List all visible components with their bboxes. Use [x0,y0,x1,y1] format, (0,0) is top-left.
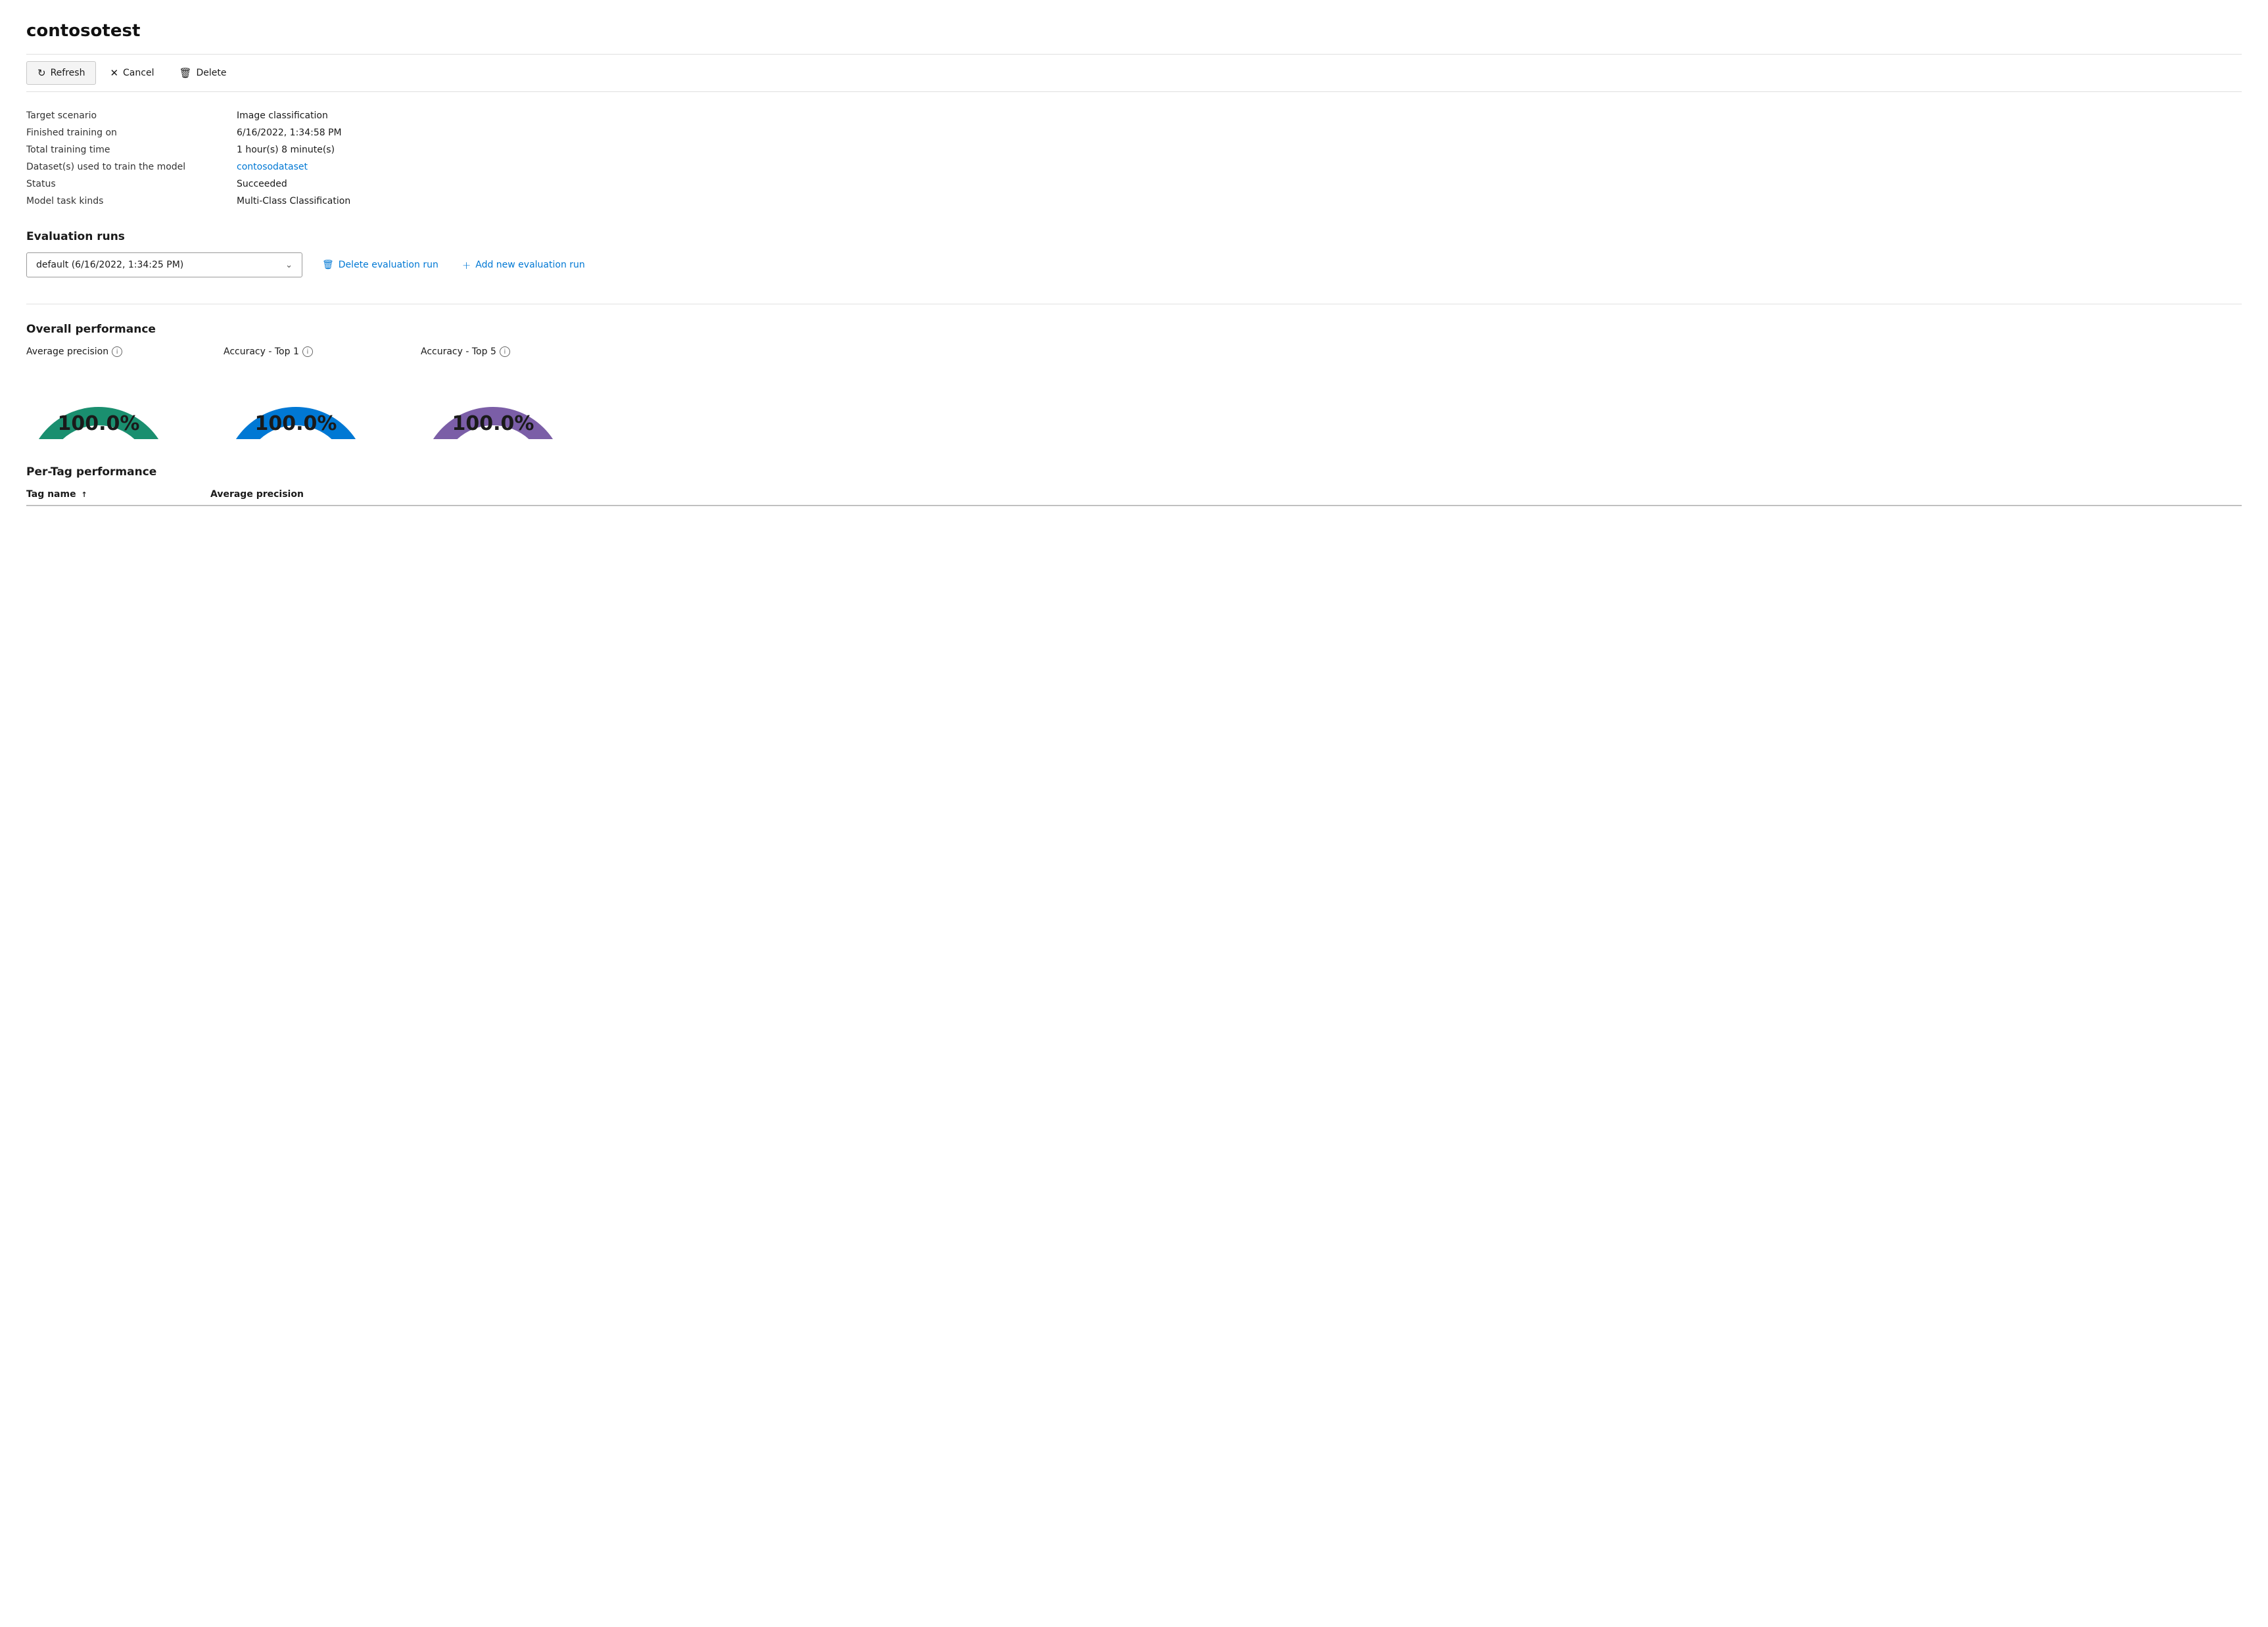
gauge-label-2: Accuracy - Top 5i [421,346,510,357]
eval-run-dropdown[interactable]: default (6/16/2022, 1:34:25 PM) ⌄ [26,252,302,277]
chevron-down-icon: ⌄ [285,260,293,270]
delete-button[interactable]: 🗑 Delete [168,61,237,85]
delete-icon: 🗑 [179,67,191,79]
plus-icon: + [462,259,471,271]
status-label: Status [26,179,237,189]
total-training-label: Total training time [26,145,237,155]
tag-name-column-header[interactable]: Tag name ↑ [26,489,210,500]
gauge-value-2: 100.0% [452,412,534,435]
evaluation-runs-title: Evaluation runs [26,230,2242,243]
gauge-label-1: Accuracy - Top 1i [224,346,313,357]
sort-asc-icon: ↑ [81,490,87,499]
info-grid: Target scenario Image classification Fin… [26,110,2242,206]
overall-performance-section: Overall performance Average precisioni 10… [26,323,2242,439]
finished-training-value: 6/16/2022, 1:34:58 PM [237,128,2242,138]
info-icon[interactable]: i [302,346,313,357]
model-task-value: Multi-Class Classification [237,196,2242,206]
info-icon[interactable]: i [112,346,122,357]
gauge-value-0: 100.0% [58,412,140,435]
gauge-0: Average precisioni 100.0% [26,346,171,439]
finished-training-label: Finished training on [26,128,237,138]
eval-run-selected-value: default (6/16/2022, 1:34:25 PM) [36,260,183,270]
per-tag-performance-title: Per-Tag performance [26,465,2242,479]
gauge-1: Accuracy - Top 1i 100.0% [224,346,368,439]
model-task-label: Model task kinds [26,196,237,206]
gauge-visual-0: 100.0% [26,364,171,439]
status-value: Succeeded [237,179,2242,189]
refresh-button[interactable]: ↻ Refresh [26,61,96,85]
evaluation-runs-section: Evaluation runs default (6/16/2022, 1:34… [26,230,2242,277]
total-training-value: 1 hour(s) 8 minute(s) [237,145,2242,155]
gauges-row: Average precisioni100.0%Accuracy - Top 1… [26,346,2242,439]
trash-icon: 🗑 [322,260,334,270]
eval-runs-row: default (6/16/2022, 1:34:25 PM) ⌄ 🗑 Dele… [26,252,2242,277]
gauge-value-1: 100.0% [255,412,337,435]
gauge-label-0: Average precisioni [26,346,122,357]
table-header: Tag name ↑ Average precision [26,489,2242,506]
cancel-icon: ✕ [110,67,118,79]
refresh-icon: ↻ [37,67,46,79]
dataset-link[interactable]: contosodataset [237,162,2242,172]
target-scenario-value: Image classification [237,110,2242,121]
toolbar: ↻ Refresh ✕ Cancel 🗑 Delete [26,54,2242,92]
overall-performance-title: Overall performance [26,323,2242,336]
per-tag-performance-section: Per-Tag performance Tag name ↑ Average p… [26,465,2242,506]
gauge-2: Accuracy - Top 5i 100.0% [421,346,565,439]
avg-precision-column-header[interactable]: Average precision [210,489,2242,500]
dataset-label: Dataset(s) used to train the model [26,162,237,172]
page-title: contosotest [26,21,2242,41]
info-icon[interactable]: i [500,346,510,357]
add-eval-run-button[interactable]: + Add new evaluation run [458,256,589,274]
gauge-visual-2: 100.0% [421,364,565,439]
target-scenario-label: Target scenario [26,110,237,121]
cancel-button[interactable]: ✕ Cancel [99,61,165,85]
gauge-visual-1: 100.0% [224,364,368,439]
delete-eval-run-button[interactable]: 🗑 Delete evaluation run [318,257,442,273]
